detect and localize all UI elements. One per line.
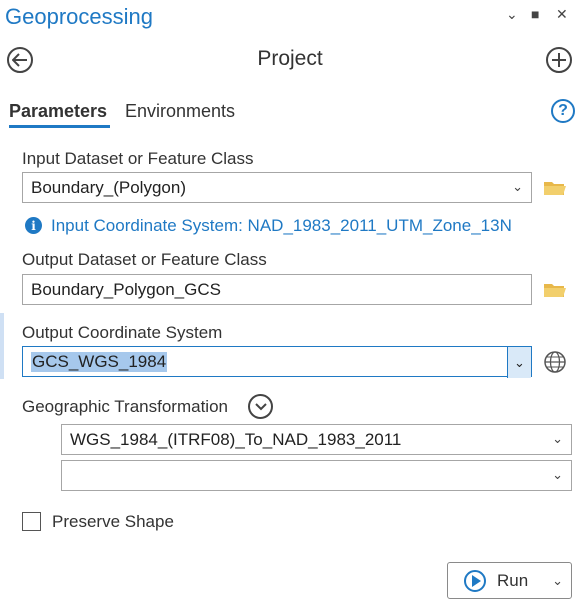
close-icon[interactable]: ✕	[556, 6, 568, 23]
preserve-shape-label: Preserve Shape	[52, 512, 174, 531]
input-coordinate-system-text: Input Coordinate System: NAD_1983_2011_U…	[51, 216, 512, 235]
plus-glyph	[552, 53, 566, 67]
active-parameter-indicator	[0, 313, 4, 379]
globe-icon[interactable]	[543, 350, 567, 374]
chevron-down-icon: ⌄	[512, 179, 523, 194]
output-dataset-input[interactable]: Boundary_Polygon_GCS	[22, 274, 532, 305]
output-dataset-value: Boundary_Polygon_GCS	[31, 279, 221, 299]
output-dataset-label: Output Dataset or Feature Class	[22, 250, 267, 269]
output-coordinate-system-label: Output Coordinate System	[22, 323, 223, 342]
input-dataset-label: Input Dataset or Feature Class	[22, 149, 254, 168]
chevron-down-icon: ⌄	[552, 467, 563, 482]
expand-chevron-icon[interactable]	[248, 394, 273, 419]
geographic-transformation-dropdown-1[interactable]: WGS_1984_(ITRF08)_To_NAD_1983_2011 ⌄	[61, 424, 572, 455]
help-icon[interactable]: ?	[551, 99, 575, 123]
output-coordinate-system-value: GCS_WGS_1984	[31, 351, 168, 372]
info-icon: i	[25, 217, 42, 234]
tab-parameters[interactable]: Parameters	[9, 101, 107, 122]
preserve-shape-checkbox[interactable]	[22, 512, 41, 531]
tab-environments[interactable]: Environments	[125, 101, 235, 122]
active-tab-indicator	[9, 125, 110, 128]
pane-title: Geoprocessing	[5, 4, 153, 29]
chevron-down-glyph	[254, 402, 267, 410]
geographic-transformation-value: WGS_1984_(ITRF08)_To_NAD_1983_2011	[70, 429, 402, 449]
run-button[interactable]: Run ⌄	[447, 562, 572, 599]
tool-name: Project	[257, 47, 323, 70]
add-icon[interactable]	[546, 47, 572, 73]
chevron-down-icon[interactable]: ⌄	[507, 347, 531, 378]
folder-icon[interactable]	[543, 281, 567, 298]
play-icon	[464, 569, 486, 592]
input-dataset-value: Boundary_(Polygon)	[31, 177, 186, 197]
geographic-transformation-label: Geographic Transformation	[22, 397, 228, 416]
chevron-down-icon: ⌄	[552, 431, 563, 446]
geographic-transformation-dropdown-2[interactable]: ⌄	[61, 460, 572, 491]
output-coordinate-system-dropdown[interactable]: GCS_WGS_1984 ⌄	[22, 346, 532, 378]
input-dataset-dropdown[interactable]: Boundary_(Polygon) ⌄	[22, 172, 532, 203]
chevron-down-icon[interactable]: ⌄	[552, 573, 563, 589]
pane-options-chevron-icon[interactable]: ⌄	[506, 6, 518, 23]
maximize-icon[interactable]: ■	[531, 6, 539, 22]
run-label: Run	[497, 570, 529, 590]
folder-icon[interactable]	[543, 179, 567, 196]
